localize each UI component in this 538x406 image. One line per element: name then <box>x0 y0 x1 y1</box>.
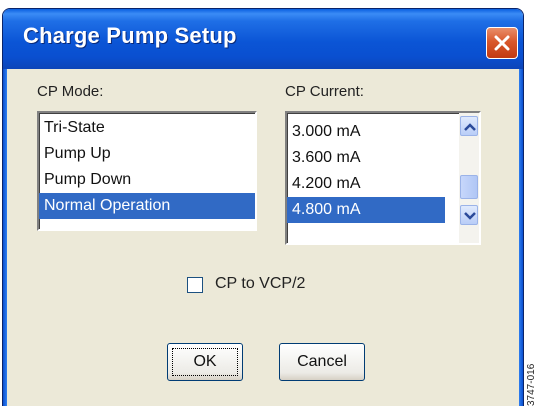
cp-current-item[interactable]: 4.200 mA <box>287 171 445 197</box>
scroll-thumb[interactable] <box>460 175 478 199</box>
dialog-window: Charge Pump Setup CP Mode: Tri-State Pum… <box>2 8 524 406</box>
cp-current-item[interactable]: 3.000 mA <box>287 119 445 145</box>
cp-mode-item-selected[interactable]: Normal Operation <box>39 193 255 219</box>
cp-to-vcp2-checkbox[interactable] <box>187 277 203 293</box>
cp-mode-label: CP Mode: <box>37 83 104 100</box>
cp-mode-item[interactable]: Pump Up <box>39 141 255 167</box>
chevron-up-icon <box>464 123 476 131</box>
cp-mode-item[interactable]: Pump Down <box>39 167 255 193</box>
cp-to-vcp2-label: CP to VCP/2 <box>215 275 306 292</box>
cancel-button[interactable]: Cancel <box>279 343 365 381</box>
cp-current-item[interactable]: 3.600 mA <box>287 145 445 171</box>
cp-current-item-selected[interactable]: 4.800 mA <box>287 197 445 223</box>
scroll-down-button[interactable] <box>460 205 478 225</box>
ok-button-label: OK <box>193 353 217 370</box>
window-border-right <box>519 69 523 406</box>
scroll-up-button[interactable] <box>460 116 478 136</box>
figure-code: 3747-016 <box>526 363 537 406</box>
ok-button[interactable]: OK <box>167 343 243 381</box>
cp-current-scrollbar[interactable] <box>459 113 479 243</box>
cp-mode-item[interactable]: Tri-State <box>39 115 255 141</box>
chevron-down-icon <box>464 212 476 220</box>
cp-mode-listbox[interactable]: Tri-State Pump Up Pump Down Normal Opera… <box>37 111 257 231</box>
title-bar[interactable]: Charge Pump Setup <box>3 9 523 69</box>
cp-current-listbox[interactable]: 3.000 mA 3.600 mA 4.200 mA 4.800 mA <box>285 111 481 245</box>
dialog-title: Charge Pump Setup <box>23 23 237 48</box>
close-icon <box>494 35 510 51</box>
close-button[interactable] <box>486 27 518 59</box>
cp-current-label: CP Current: <box>285 83 364 100</box>
cancel-button-label: Cancel <box>297 353 347 370</box>
window-border-left <box>3 69 7 406</box>
